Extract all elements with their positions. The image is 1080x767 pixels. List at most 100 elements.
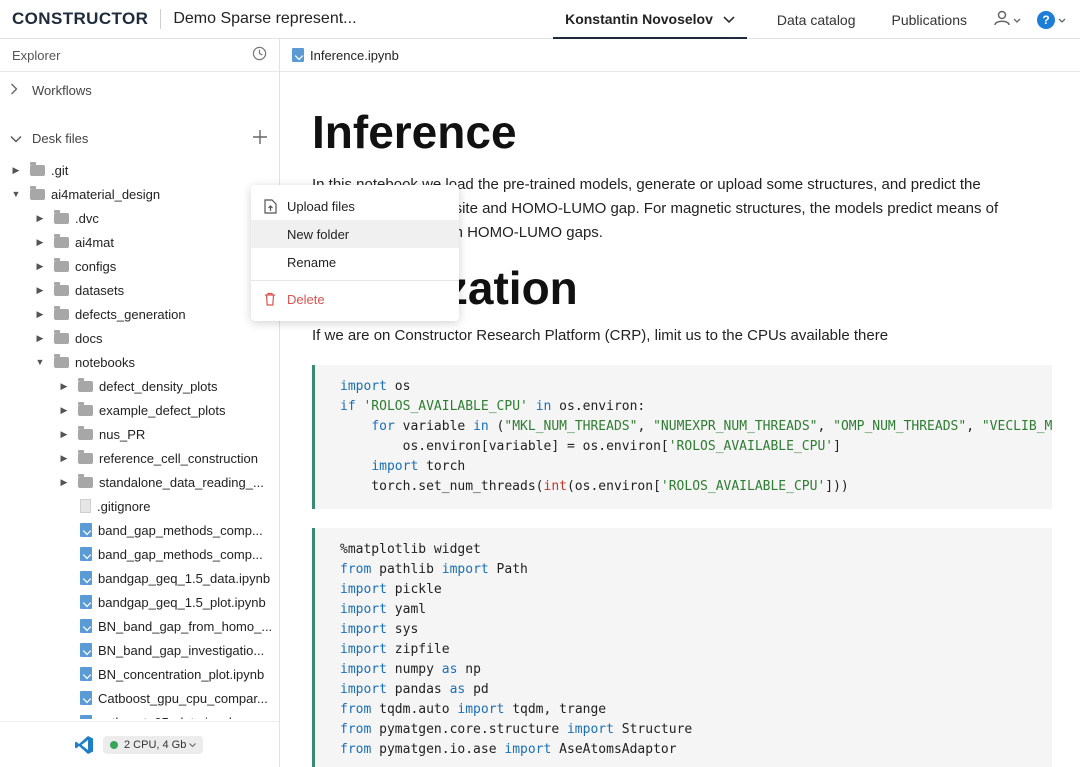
tree-item-label: configs [75, 258, 117, 274]
explorer-sidebar: Explorer Workflows Desk files ▶ .git ▼ ai4m… [0, 39, 280, 767]
caret-right-icon[interactable]: ▶ [34, 261, 46, 272]
history-icon[interactable] [252, 46, 267, 64]
caret-right-icon[interactable]: ▶ [58, 477, 70, 488]
divider [160, 9, 162, 29]
tree-item[interactable]: ▶ docs [0, 326, 279, 350]
tree-item[interactable]: ▶ defects_generation [0, 302, 279, 326]
caret-right-icon[interactable]: ▶ [10, 165, 22, 176]
chevron-down-icon [189, 739, 197, 751]
notebook-icon [80, 523, 92, 537]
folder-icon [54, 329, 69, 344]
notebook-icon [80, 643, 92, 657]
tab-inference[interactable]: Inference.ipynb [290, 48, 399, 63]
tree-item[interactable]: ▶ datasets [0, 278, 279, 302]
user-icon [993, 9, 1011, 30]
code-cell[interactable]: import os if 'ROLOS_AVAILABLE_CPU' in os… [312, 365, 1052, 509]
tree-item[interactable]: BN_band_gap_from_homo_... [0, 614, 279, 638]
tree-item-label: BN_band_gap_from_homo_... [98, 618, 273, 634]
code-cell[interactable]: %matplotlib widget from pathlib import P… [312, 528, 1052, 767]
tree-item[interactable]: ▶ standalone_data_reading_... [0, 470, 279, 494]
tab-label: Inference.ipynb [310, 47, 399, 63]
caret-right-icon[interactable]: ▶ [34, 309, 46, 320]
folder-icon [78, 473, 93, 488]
menu-label: New folder [287, 226, 350, 242]
project-title[interactable]: Demo Sparse represent... [173, 10, 356, 28]
tree-item-label: band_gap_methods_comp... [98, 522, 263, 538]
top-bar: CONSTRUCTOR Demo Sparse represent... Kon… [0, 0, 1080, 39]
folder-icon [30, 185, 45, 200]
menu-rename[interactable]: Rename [251, 248, 459, 276]
desk-files-section[interactable]: Desk files [0, 120, 279, 156]
caret-right-icon[interactable]: ▶ [34, 213, 46, 224]
menu-label: Rename [287, 254, 337, 270]
tab-bar: Inference.ipynb [280, 39, 1080, 72]
file-icon [80, 499, 91, 513]
tree-item[interactable]: ▶ example_defect_plots [0, 398, 279, 422]
tree-item-label: ai4mat [75, 234, 115, 250]
notebook-icon [292, 48, 304, 62]
add-icon[interactable] [253, 127, 267, 150]
caret-right-icon[interactable]: ▶ [34, 237, 46, 248]
tree-item[interactable]: ▶ .dvc [0, 206, 279, 230]
tree-item-label: bandgap_geq_1.5_data.ipynb [98, 570, 271, 586]
tree-item-label: bandgap_geq_1.5_plot.ipynb [98, 594, 266, 610]
menu-delete[interactable]: Delete [251, 285, 459, 313]
folder-icon [78, 377, 93, 392]
tree-item-label: reference_cell_construction [99, 450, 258, 466]
tree-item[interactable]: ▶ reference_cell_construction [0, 446, 279, 470]
tree-item[interactable]: bandgap_geq_1.5_data.ipynb [0, 566, 279, 590]
notebook-icon [80, 595, 92, 609]
tree-item[interactable]: band_gap_methods_comp... [0, 518, 279, 542]
tree-item[interactable]: ▼ ai4material_design [0, 182, 279, 206]
caret-right-icon[interactable]: ▶ [58, 453, 70, 464]
help-menu[interactable]: ? [1037, 10, 1066, 29]
account-menu[interactable] [993, 9, 1021, 30]
nav-publications[interactable]: Publications [874, 12, 986, 28]
caret-right-icon[interactable]: ▶ [34, 285, 46, 296]
tree-item[interactable]: ▶ configs [0, 254, 279, 278]
caret-right-icon[interactable]: ▶ [34, 333, 46, 344]
menu-new-folder[interactable]: New folder [251, 220, 459, 248]
caret-right-icon[interactable]: ▶ [58, 405, 70, 416]
chevron-down-icon [723, 11, 735, 27]
vscode-icon[interactable] [74, 735, 94, 755]
folder-icon [54, 305, 69, 320]
caret-down-icon[interactable]: ▼ [34, 357, 46, 367]
tree-item[interactable]: BN_concentration_plot.ipynb [0, 662, 279, 686]
tree-item[interactable]: bandgap_geq_1.5_plot.ipynb [0, 590, 279, 614]
folder-icon [78, 425, 93, 440]
tree-item[interactable]: ▶ defect_density_plots [0, 374, 279, 398]
tree-item-label: notebooks [75, 354, 135, 370]
nav-data-catalog[interactable]: Data catalog [759, 12, 874, 28]
notebook-content: Inference In this notebook we load the p… [312, 73, 1080, 767]
desk-files-label: Desk files [32, 130, 89, 146]
user-menu[interactable]: Konstantin Novoselov [553, 0, 747, 39]
tree-item[interactable]: BN_band_gap_investigatio... [0, 638, 279, 662]
caret-right-icon[interactable]: ▶ [58, 381, 70, 392]
tree-item[interactable]: ▼ notebooks [0, 350, 279, 374]
folder-icon [54, 209, 69, 224]
tree-item[interactable]: Catboost_gpu_cpu_compar... [0, 686, 279, 710]
tree-item[interactable]: catboost_05_data.ipynb [0, 710, 279, 719]
tree-item[interactable]: ▶ ai4mat [0, 230, 279, 254]
file-tree: ▶ .git ▼ ai4material_design ▶ .dvc ▶ ai4mat ▶ con… [0, 158, 279, 719]
tree-item[interactable]: ▶ .git [0, 158, 279, 182]
explorer-header: Explorer [0, 39, 279, 72]
resources-badge[interactable]: 2 CPU, 4 Gb [103, 735, 204, 754]
tree-item[interactable]: .gitignore [0, 494, 279, 518]
tree-item[interactable]: ▶ nus_PR [0, 422, 279, 446]
menu-upload-files[interactable]: Upload files [251, 192, 459, 220]
tree-item-label: docs [75, 330, 103, 346]
constructor-logo-text: CONSTRUCTOR [12, 9, 149, 28]
tree-item[interactable]: band_gap_methods_comp... [0, 542, 279, 566]
caret-down-icon[interactable]: ▼ [10, 189, 22, 199]
help-icon: ? [1037, 10, 1055, 29]
caret-right-icon[interactable]: ▶ [58, 429, 70, 440]
tree-item-label: .dvc [75, 210, 99, 226]
menu-label: Delete [287, 291, 325, 307]
workflows-section[interactable]: Workflows [0, 72, 279, 108]
tree-item-label: defect_density_plots [99, 378, 218, 394]
crp-paragraph: If we are on Constructor Research Platfo… [312, 327, 889, 344]
logo[interactable]: CONSTRUCTOR [12, 9, 148, 29]
folder-icon [54, 353, 69, 368]
